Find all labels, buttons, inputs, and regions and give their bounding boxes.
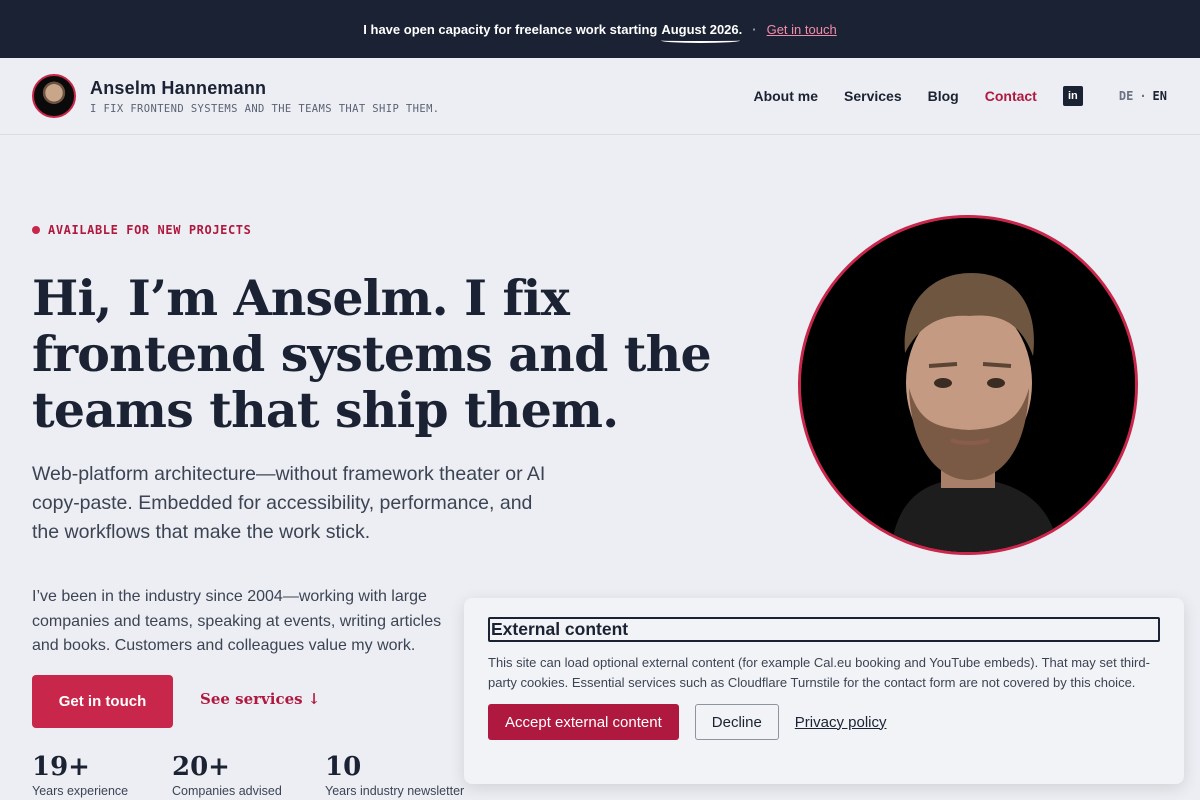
portrait-photo [798, 215, 1138, 555]
brand[interactable]: Anselm Hannemann I FIX FRONTEND SYSTEMS … [90, 78, 440, 115]
banner-separator: · [752, 21, 757, 37]
consent-title: External content [488, 617, 1160, 642]
hero-headline: Hi, I’m Anselm. I fix frontend systems a… [32, 269, 712, 439]
main-nav: About me Services Blog Contact in DE · E… [727, 86, 1168, 106]
stat-label: Years industry newsletter [325, 784, 465, 798]
privacy-policy-link[interactable]: Privacy policy [795, 714, 887, 731]
language-switcher: DE · EN [1119, 89, 1168, 103]
stat-label: Companies advised [172, 784, 282, 798]
hero-lead: Web-platform architecture—without framew… [32, 463, 546, 543]
status-dot-icon [32, 226, 40, 234]
consent-dialog: External content This site can load opti… [464, 598, 1184, 784]
lang-en[interactable]: EN [1153, 89, 1167, 103]
lang-de[interactable]: DE [1119, 89, 1133, 103]
avatar[interactable] [32, 74, 76, 118]
nav-about-me[interactable]: About me [753, 88, 818, 104]
decline-button[interactable]: Decline [694, 704, 779, 740]
site-name[interactable]: Anselm Hannemann [90, 78, 440, 99]
consent-text: This site can load optional external con… [488, 655, 1150, 690]
site-tagline: I FIX FRONTEND SYSTEMS AND THE TEAMS THA… [90, 102, 440, 115]
nav-blog[interactable]: Blog [928, 88, 959, 104]
nav-contact[interactable]: Contact [985, 88, 1037, 104]
lang-separator: · [1139, 89, 1147, 103]
hero-body: I’ve been in the industry since 2004—wor… [32, 588, 442, 654]
stat-newsletter: 10 Years industry newsletter [325, 752, 464, 798]
get-in-touch-button[interactable]: Get in touch [32, 675, 173, 728]
stat-companies: 20+ Companies advised [172, 752, 282, 798]
see-services-link[interactable]: See services ↓ [200, 690, 320, 708]
portrait-illustration [801, 218, 1135, 552]
consent-actions: Accept external content Decline Privacy … [488, 704, 1160, 740]
accept-external-content-button[interactable]: Accept external content [488, 704, 679, 740]
linkedin-icon[interactable]: in [1062, 86, 1083, 106]
availability-badge: AVAILABLE FOR NEW PROJECTS [32, 223, 251, 237]
banner-date: August 2026. [661, 21, 743, 43]
availability-text: AVAILABLE FOR NEW PROJECTS [48, 223, 252, 237]
stat-value: 19+ [32, 752, 90, 782]
stat-label: Years experience [32, 784, 129, 798]
stat-value: 10 [325, 752, 362, 782]
banner-get-in-touch-link[interactable]: Get in touch [767, 22, 837, 37]
stat-value: 20+ [172, 752, 230, 782]
nav-services[interactable]: Services [844, 88, 902, 104]
site-header: Anselm Hannemann I FIX FRONTEND SYSTEMS … [0, 58, 1200, 135]
announcement-banner: I have open capacity for freelance work … [0, 0, 1200, 58]
banner-text: I have open capacity for freelance work … [363, 21, 658, 37]
stat-experience: 19+ Years experience [32, 752, 128, 798]
